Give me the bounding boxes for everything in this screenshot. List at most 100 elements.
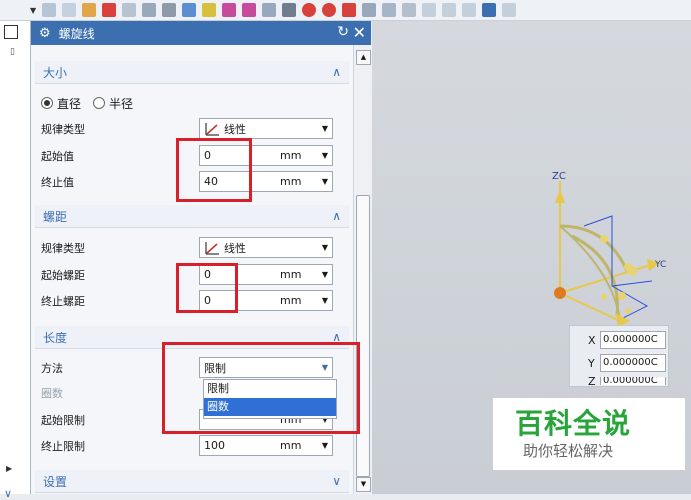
pitch-law-type-row: 规律类型: [41, 237, 191, 259]
circle-icon[interactable]: [322, 3, 337, 17]
snap-icon[interactable]: [42, 3, 57, 17]
size-end-row: 终止值: [41, 171, 191, 193]
shade-icon[interactable]: [502, 3, 517, 17]
end-limit-unit: mm: [280, 439, 302, 452]
pitch-section-header[interactable]: 螺距 ∧: [35, 205, 349, 228]
chevron-down-icon[interactable]: ▼: [318, 296, 332, 305]
column-header-icon: ▯: [10, 47, 15, 57]
coord-y-input[interactable]: 0.000000C: [600, 354, 666, 372]
pitch-start-row: 起始螺距: [41, 264, 191, 286]
radio-diameter-label: 直径: [57, 96, 82, 111]
coordinate-input-box: X 0.000000C Y 0.000000C Z 0.000000C: [569, 325, 669, 387]
dialog-titlebar: ⚙ 螺旋线 ↻ ✕: [31, 21, 371, 45]
chevron-down-icon[interactable]: ▼: [318, 441, 332, 450]
gear-icon: ⚙: [39, 25, 51, 41]
end-limit-label: 终止限制: [41, 440, 85, 453]
scroll-down-icon[interactable]: ▼: [356, 477, 371, 492]
checkbox-icon[interactable]: [4, 25, 18, 39]
radio-radius[interactable]: [93, 97, 106, 109]
end-limit-row: 终止限制: [41, 435, 191, 457]
settings-section-header[interactable]: 设置 ∨: [35, 470, 349, 493]
size-end-unit: mm: [280, 175, 302, 188]
settings-section: 设置 ∨: [35, 470, 349, 494]
chevron-up-icon[interactable]: ∧: [332, 209, 341, 223]
filter-icon[interactable]: [82, 3, 97, 17]
size-start-row: 起始值: [41, 145, 191, 167]
end-limit-value[interactable]: 100: [200, 439, 280, 452]
size-section-title: 大小: [43, 65, 68, 80]
watermark-logo: 百科全说 助你轻松解决: [493, 398, 685, 470]
chevron-down-icon[interactable]: ▼: [318, 151, 332, 160]
zoom-icon[interactable]: [422, 3, 437, 17]
y-axis-label: YC: [654, 260, 666, 270]
pitch-law-type-label: 规律类型: [41, 242, 85, 255]
chevron-down-icon[interactable]: ▼: [318, 177, 332, 186]
point-icon[interactable]: [62, 3, 77, 17]
chevron-down-icon[interactable]: ▼: [318, 124, 332, 133]
slash-icon[interactable]: [362, 3, 377, 17]
radio-radius-label: 半径: [109, 96, 134, 111]
pitch-end-label: 终止螺距: [41, 295, 85, 308]
size-start-unit: mm: [280, 149, 302, 162]
size-law-type-row: 规律类型: [41, 118, 191, 140]
plus-icon[interactable]: [342, 3, 357, 17]
coord-x-input[interactable]: 0.000000C: [600, 331, 666, 349]
pitch-start-unit: mm: [280, 268, 302, 281]
watermark-subtitle: 助你轻松解决: [523, 442, 614, 460]
grid-snap-icon[interactable]: [202, 3, 217, 17]
layout-icon[interactable]: [482, 3, 497, 17]
shape-icon[interactable]: [162, 3, 177, 17]
doc-icon[interactable]: [442, 3, 457, 17]
reset-icon[interactable]: ↻: [337, 24, 349, 40]
pitch-end-row: 终止螺距: [41, 290, 191, 312]
size-law-type-select[interactable]: 线性 ▼: [199, 118, 333, 139]
coord-z-input[interactable]: 0.000000C: [600, 377, 666, 385]
crosshair-icon[interactable]: [102, 3, 117, 17]
chevron-down-icon[interactable]: ▼: [318, 270, 332, 279]
pitch-law-type-value: 线性: [224, 241, 246, 255]
line-icon[interactable]: [222, 3, 237, 17]
chevron-down-icon[interactable]: ∨: [332, 474, 341, 488]
refresh-icon[interactable]: [462, 3, 477, 17]
part-navigator-strip: ▯ ▶ ∨: [0, 21, 31, 500]
toolbar-dropdown-arrow[interactable]: ▼: [30, 6, 36, 15]
coord-x-row: X 0.000000C: [588, 331, 666, 349]
close-icon[interactable]: ✕: [353, 23, 366, 42]
size-start-label: 起始值: [41, 150, 74, 163]
length-section-title: 长度: [43, 330, 68, 345]
cube-icon[interactable]: [182, 3, 197, 17]
scroll-thumb[interactable]: [356, 195, 370, 477]
highlight-size-values: [176, 138, 252, 202]
chevron-down-icon[interactable]: ▼: [318, 243, 332, 252]
size-end-label: 终止值: [41, 176, 74, 189]
curve-icon[interactable]: [262, 3, 277, 17]
diameter-radius-row: 直径 半径: [41, 92, 133, 114]
axis-icon[interactable]: [282, 3, 297, 17]
end-limit-input[interactable]: 100 mm ▼: [199, 435, 333, 456]
expand-arrow-icon[interactable]: ▶: [6, 464, 12, 473]
move-icon[interactable]: [122, 3, 137, 17]
select-box-icon[interactable]: [142, 3, 157, 17]
coord-z-row: Z 0.000000C: [588, 377, 666, 385]
linear-law-icon: [205, 122, 219, 136]
line2-icon[interactable]: [242, 3, 257, 17]
radio-diameter[interactable]: [41, 97, 53, 109]
pitch-start-label: 起始螺距: [41, 269, 85, 282]
size-law-type-label: 规律类型: [41, 123, 85, 136]
circle-center-icon[interactable]: [302, 3, 317, 17]
dialog-title: 螺旋线: [58, 26, 95, 41]
highlight-length-method: [162, 342, 360, 434]
coord-y-label: Y: [588, 356, 595, 370]
linear-law-icon: [205, 241, 219, 255]
highlight-pitch-values: [176, 263, 238, 313]
chevron-up-icon[interactable]: ∧: [332, 65, 341, 79]
list-icon[interactable]: [402, 3, 417, 17]
z-axis-label: ZC: [552, 171, 566, 182]
size-section-header[interactable]: 大小 ∧: [35, 61, 349, 84]
settings-section-title: 设置: [43, 474, 68, 489]
coord-x-label: X: [588, 333, 596, 347]
scroll-up-icon[interactable]: ▲: [356, 50, 371, 65]
pitch-law-type-select[interactable]: 线性 ▼: [199, 237, 333, 258]
tangent-icon[interactable]: [382, 3, 397, 17]
size-law-type-value: 线性: [224, 122, 246, 136]
